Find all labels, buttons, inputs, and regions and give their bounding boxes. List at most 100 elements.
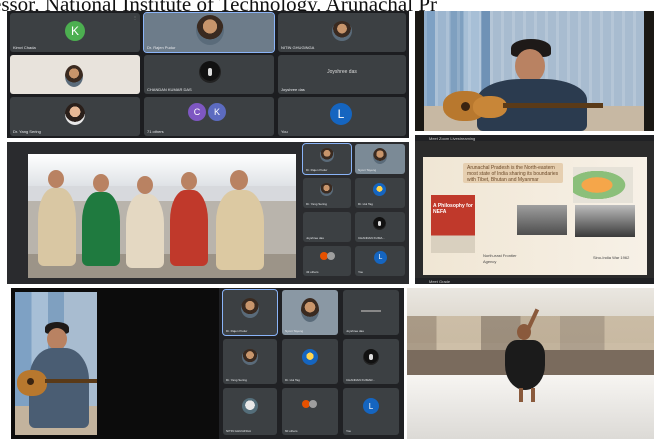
- participant-tile[interactable]: CHANDAN KUMA...: [355, 212, 405, 242]
- participant-video: [373, 148, 387, 164]
- participant-name: Dr. Rajen Pudur: [306, 168, 328, 172]
- participant-tile[interactable]: Joyshree das Joyshree das: [278, 55, 406, 94]
- participant-tile[interactable]: L You: [278, 97, 406, 136]
- person-body: [505, 340, 545, 390]
- book-title: A Philosophy for NEFA: [433, 203, 473, 215]
- participant-name: Joyshree das: [281, 87, 305, 92]
- presentation-panel: Meet Zoom Livestreaming Arunachal Prades…: [415, 135, 654, 284]
- participant-tile[interactable]: Joyshree das: [303, 212, 351, 242]
- participant-tile[interactable]: NITIN GHUGINGA: [223, 388, 277, 435]
- photo-north-east: [517, 205, 567, 235]
- participant-name: 71 others: [147, 129, 164, 134]
- dancer-leg: [531, 388, 535, 402]
- participant-name: You: [281, 129, 288, 134]
- participant-video: [320, 183, 333, 196]
- video-dancer: [407, 288, 654, 439]
- meet-grid-panel-1: K Kimvi Chada ⋮ Dr. Rajen Pudur NITIN GH…: [7, 11, 409, 138]
- participant-name: CHANDAN KUMAR DAS: [147, 87, 192, 92]
- participant-video: [242, 349, 258, 365]
- participant-name: Nyoni Tayeng: [358, 168, 377, 172]
- participant-video: [196, 15, 224, 45]
- participant-tile[interactable]: Dr. Hui Tag: [355, 178, 405, 208]
- photo-war: [575, 205, 635, 237]
- slide-caption: North-east Frontier Agency: [483, 253, 517, 264]
- participant-video: [373, 183, 386, 196]
- participant-tile[interactable]: Dr. Yang Sering: [223, 339, 277, 384]
- avatar: C: [188, 103, 206, 121]
- avatar: L: [330, 103, 352, 125]
- participant-tile[interactable]: Nyoni Tayeng: [282, 290, 338, 335]
- participant-tile[interactable]: Joyshree das: [343, 290, 399, 335]
- avatar: L: [374, 251, 387, 264]
- pin-icon[interactable]: ⋮: [133, 15, 137, 20]
- participant-name: Dr. Rajen Pudur: [226, 329, 248, 333]
- participant-name: 43 others: [306, 270, 319, 274]
- participant-video: [302, 349, 318, 365]
- dancer-leg: [519, 388, 523, 402]
- participant-name: Joyshree das: [346, 329, 364, 333]
- guitar-icon: [443, 85, 603, 121]
- avatar: [309, 400, 317, 408]
- participant-name: 60 others: [285, 429, 298, 433]
- participant-tile[interactable]: Nyoni Tayeng: [355, 144, 405, 174]
- avatar: [327, 252, 335, 260]
- participant-center-line: [361, 310, 381, 312]
- video-guitar-player-2: [11, 288, 219, 439]
- person-head: [47, 328, 67, 350]
- participant-video: [320, 148, 334, 162]
- participant-tile[interactable]: Dr. Yang Sering: [303, 178, 351, 208]
- slide-body-text: Arunachal Pradesh is the North-eastern m…: [467, 165, 559, 183]
- participant-tile[interactable]: Dr. Rajen Pudur: [222, 289, 278, 336]
- participant-center-name: Joyshree das: [327, 69, 357, 75]
- group-video: [28, 154, 296, 278]
- participant-name: Dr. Rajen Pudur: [147, 45, 176, 50]
- participant-avatar: [373, 217, 386, 230]
- participant-name: Joyshree das: [306, 236, 324, 240]
- participant-name: You: [358, 270, 364, 274]
- participant-video: [332, 21, 352, 41]
- map-image: [573, 167, 633, 203]
- participant-tile[interactable]: 43 others: [303, 246, 351, 276]
- meet-tab-label: Meet Zoom Livestreaming: [429, 136, 476, 141]
- video-group-panel: Dr. Rajen Pudur Nyoni Tayeng Dr. Yang Se…: [7, 142, 409, 284]
- participant-tile[interactable]: [10, 55, 140, 94]
- person-head: [515, 49, 545, 83]
- participant-name: NITIN GHUGINGA: [281, 45, 315, 50]
- participant-tile[interactable]: C K 71 others: [144, 97, 274, 136]
- video-guitar-player-1: [415, 11, 654, 131]
- participant-tile[interactable]: Dr. Hui Tag: [282, 339, 338, 384]
- participant-name: NITIN GHUGINGA: [226, 429, 252, 433]
- participant-tile[interactable]: Dr. Rajen Pudur: [143, 12, 275, 53]
- participant-tile[interactable]: Dr. Yang Sering: [10, 97, 140, 136]
- participant-tile[interactable]: Dr. Rajen Pudur: [302, 143, 352, 175]
- participant-name: Kimvi Chada: [13, 45, 36, 50]
- participant-tile[interactable]: CHANDAN KUMAR...: [343, 339, 399, 384]
- participant-tile[interactable]: L You: [343, 388, 399, 435]
- participant-video: [65, 65, 83, 87]
- participant-tile[interactable]: CHANDAN KUMAR DAS: [144, 55, 274, 94]
- participant-name: Dr. Yang Sering: [306, 202, 327, 206]
- participant-tile[interactable]: L You: [355, 246, 405, 276]
- participant-video: [65, 103, 85, 125]
- participant-video: [241, 298, 259, 318]
- avatar: K: [208, 103, 226, 121]
- participant-name: Dr. Yang Sering: [226, 378, 247, 382]
- slide: Arunachal Pradesh is the North-eastern m…: [423, 157, 647, 275]
- participant-video: [242, 398, 258, 414]
- meet-bottom-bar: Meet Grade: [415, 278, 654, 284]
- participant-tile[interactable]: K Kimvi Chada ⋮: [10, 13, 140, 52]
- participant-name: You: [346, 429, 352, 433]
- participant-name: Dr. Hui Tag: [285, 378, 300, 382]
- participant-name: CHANDAN KUMA...: [358, 236, 385, 240]
- meet-grid-panel-2: Dr. Rajen Pudur Nyoni Tayeng Joyshree da…: [219, 288, 404, 439]
- participant-tile[interactable]: 60 others: [282, 388, 338, 435]
- guitar-icon: [17, 368, 97, 398]
- avatar: L: [363, 398, 379, 414]
- participant-video: [301, 298, 319, 322]
- participant-tile[interactable]: NITIN GHUGINGA: [278, 13, 406, 52]
- participant-avatar: [363, 349, 379, 365]
- meet-bottom-label: Meet Grade: [429, 279, 451, 284]
- meet-title-bar: Meet Zoom Livestreaming: [415, 135, 654, 141]
- participant-name: Nyoni Tayeng: [285, 329, 304, 333]
- participant-name: Dr. Hui Tag: [358, 202, 373, 206]
